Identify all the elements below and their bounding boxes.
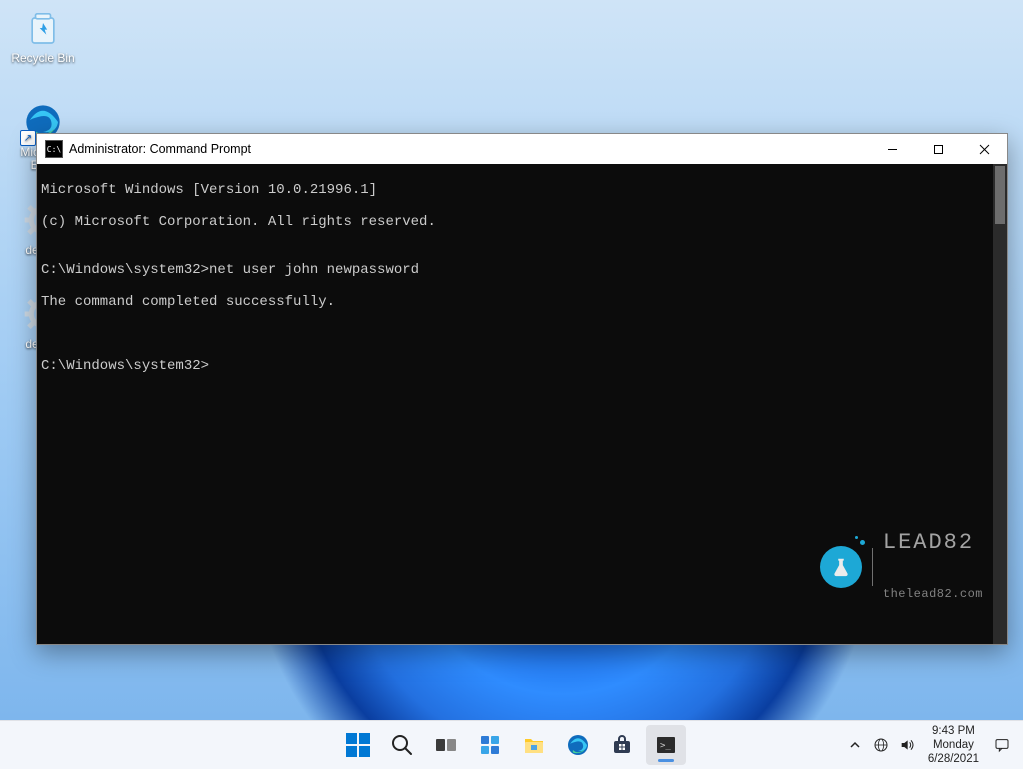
terminal-line: Microsoft Windows [Version 10.0.21996.1] (41, 182, 1003, 198)
cmd-taskbar-button[interactable]: >_ (646, 725, 686, 765)
store-icon (610, 733, 634, 757)
recycle-bin-icon[interactable]: Recycle Bin (6, 6, 80, 65)
taskbar-clock[interactable]: 9:43 PM Monday 6/28/2021 (920, 724, 987, 766)
windows-logo-icon (346, 733, 370, 757)
globe-icon (873, 737, 889, 753)
folder-icon (522, 733, 546, 757)
volume-tray[interactable] (894, 725, 920, 765)
scrollbar[interactable] (993, 164, 1007, 644)
edge-icon (566, 733, 590, 757)
notifications-button[interactable] (987, 725, 1017, 765)
terminal-line: C:\Windows\system32> (41, 358, 1003, 374)
watermark-brand: LEAD82 (883, 532, 983, 554)
scrollbar-thumb[interactable] (995, 166, 1005, 224)
terminal-line: (c) Microsoft Corporation. All rights re… (41, 214, 1003, 230)
close-button[interactable] (961, 134, 1007, 164)
search-button[interactable] (382, 725, 422, 765)
terminal-line: C:\Windows\system32>net user john newpas… (41, 262, 1003, 278)
file-explorer-button[interactable] (514, 725, 554, 765)
taskview-button[interactable] (426, 725, 466, 765)
clock-date: 6/28/2021 (928, 752, 979, 766)
taskbar[interactable]: >_ 9:43 PM Monday 6/28/ (0, 720, 1023, 769)
cmd-title-icon: C:\ (45, 140, 63, 158)
watermark-site: thelead82.com (883, 586, 983, 602)
window-title: Administrator: Command Prompt (69, 142, 251, 156)
maximize-button[interactable] (915, 134, 961, 164)
trash-icon (23, 8, 63, 48)
search-icon (390, 733, 414, 757)
beaker-icon (820, 546, 862, 588)
speaker-icon (899, 737, 915, 753)
edge-button[interactable] (558, 725, 598, 765)
clock-day: Monday (928, 738, 979, 752)
terminal-body[interactable]: Microsoft Windows [Version 10.0.21996.1]… (37, 164, 1007, 644)
watermark: LEAD82 thelead82.com (820, 500, 983, 634)
shortcut-arrow-icon: ↗ (20, 130, 36, 146)
terminal-icon: >_ (654, 733, 678, 757)
start-button[interactable] (338, 725, 378, 765)
widgets-icon (478, 733, 502, 757)
recycle-bin-label: Recycle Bin (6, 52, 80, 65)
taskview-icon (434, 733, 458, 757)
clock-time: 9:43 PM (928, 724, 979, 738)
command-prompt-window[interactable]: C:\ Administrator: Command Prompt Micros… (36, 133, 1008, 645)
network-tray[interactable] (868, 725, 894, 765)
chat-icon (994, 737, 1010, 753)
chevron-up-icon (849, 739, 861, 751)
titlebar[interactable]: C:\ Administrator: Command Prompt (37, 134, 1007, 164)
terminal-line: The command completed successfully. (41, 294, 1003, 310)
widgets-button[interactable] (470, 725, 510, 765)
store-button[interactable] (602, 725, 642, 765)
minimize-button[interactable] (869, 134, 915, 164)
tray-chevron[interactable] (842, 725, 868, 765)
svg-text:>_: >_ (660, 741, 671, 751)
